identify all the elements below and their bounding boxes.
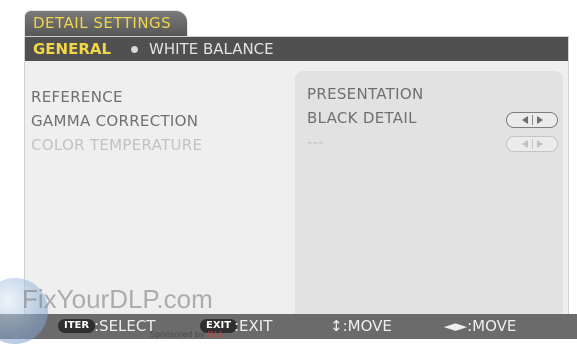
tab-bar: GENERAL WHITE BALANCE xyxy=(25,37,568,61)
tab-separator-dot xyxy=(131,46,138,53)
move-leftright-hint: ◄►:MOVE xyxy=(444,317,517,335)
value-panel: PRESENTATION BLACK DETAIL --- xyxy=(295,71,563,326)
tab-white-balance[interactable]: WHITE BALANCE xyxy=(149,40,274,58)
reference-value[interactable]: PRESENTATION xyxy=(307,85,423,103)
menu-title-tab: DETAIL SETTINGS xyxy=(24,10,188,38)
sponsored-prefix: Sponsored by xyxy=(150,330,205,339)
detail-settings-menu: DETAIL SETTINGS GENERAL WHITE BALANCE RE… xyxy=(0,0,577,344)
setting-labels: REFERENCE GAMMA CORRECTION COLOR TEMPERA… xyxy=(31,85,281,157)
selector-divider xyxy=(531,139,533,149)
color-temperature-label: COLOR TEMPERATURE xyxy=(31,136,203,154)
reference-label[interactable]: REFERENCE xyxy=(31,85,281,109)
selector-divider xyxy=(531,115,533,125)
right-arrow-icon xyxy=(536,140,543,148)
gamma-correction-selector[interactable] xyxy=(506,112,558,128)
right-arrow-icon[interactable] xyxy=(536,116,543,124)
tab-general[interactable]: GENERAL xyxy=(33,40,111,58)
left-arrow-icon xyxy=(521,140,528,148)
exit-hint: :EXIT xyxy=(234,317,273,335)
sponsor-brand: DLI xyxy=(207,330,222,339)
menu-footer: ITER :SELECT EXIT :EXIT ↕:MOVE ◄►:MOVE xyxy=(0,314,577,339)
select-hint: :SELECT xyxy=(94,317,156,335)
enter-key-badge: ITER xyxy=(58,319,96,333)
gamma-correction-label[interactable]: GAMMA CORRECTION xyxy=(31,109,281,133)
color-temperature-selector xyxy=(506,136,558,152)
left-arrow-icon[interactable] xyxy=(521,116,528,124)
color-temperature-value: --- xyxy=(307,133,325,151)
move-updown-hint: ↕:MOVE xyxy=(330,317,392,335)
watermark-text: FixYourDLP.com xyxy=(22,284,213,314)
menu-title: DETAIL SETTINGS xyxy=(33,14,172,32)
sponsored-note: Sponsored by DLI xyxy=(150,330,222,339)
gamma-correction-value[interactable]: BLACK DETAIL xyxy=(307,109,417,127)
